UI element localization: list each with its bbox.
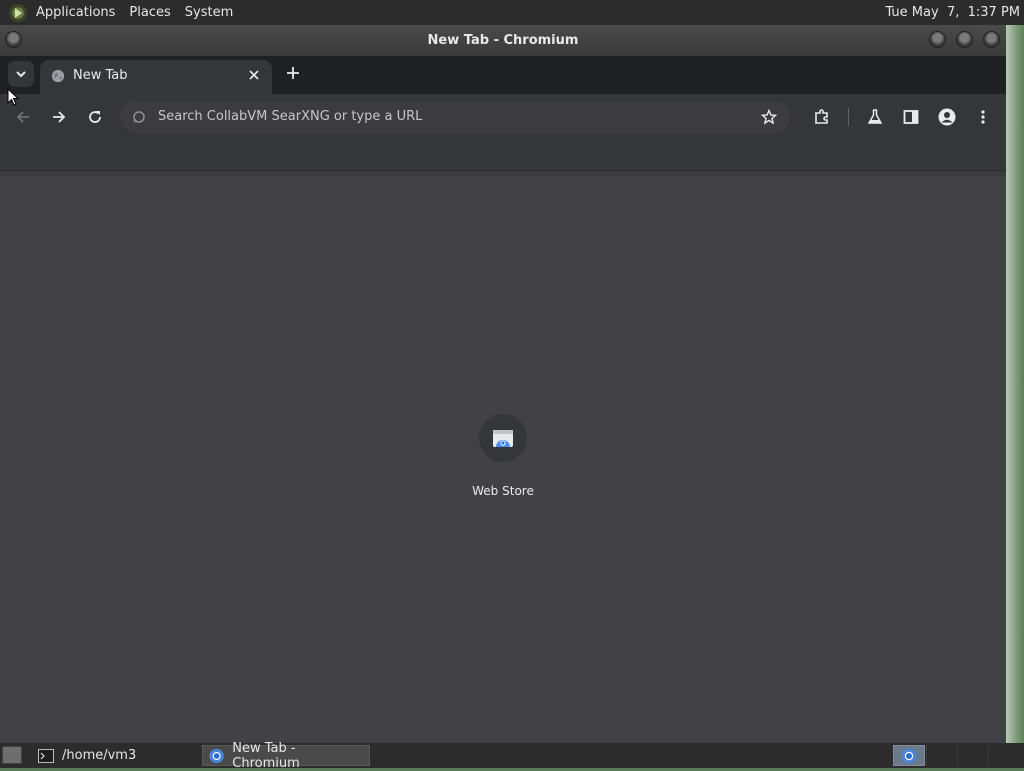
chevron-down-icon bbox=[16, 71, 26, 78]
arrow-right-icon bbox=[53, 111, 66, 123]
toolbar-separator bbox=[848, 108, 849, 126]
taskbar-item-chromium[interactable]: New Tab - Chromium bbox=[202, 741, 370, 771]
tab-search-button[interactable] bbox=[8, 61, 34, 87]
new-tab-page: Web Store bbox=[0, 176, 1006, 743]
tab-close-icon[interactable] bbox=[244, 65, 264, 85]
tab-title: New Tab bbox=[73, 68, 128, 83]
kebab-menu-icon bbox=[981, 110, 985, 124]
reload-button[interactable] bbox=[83, 105, 107, 129]
places-menu[interactable]: Places bbox=[122, 0, 177, 25]
back-button[interactable] bbox=[11, 105, 35, 129]
taskbar-label: /home/vm3 bbox=[62, 748, 137, 763]
panel-clock[interactable]: Tue May 7, 1:37 PM bbox=[885, 5, 1024, 20]
extensions-button[interactable] bbox=[810, 105, 834, 129]
profile-button[interactable] bbox=[935, 105, 959, 129]
maximize-button[interactable] bbox=[956, 31, 973, 48]
taskbar-item-terminal[interactable]: /home/vm3 bbox=[32, 745, 198, 766]
search-engine-icon bbox=[133, 111, 145, 123]
shortcut-tile[interactable] bbox=[479, 414, 527, 462]
side-panel-button[interactable] bbox=[899, 105, 923, 129]
web-store-icon bbox=[493, 430, 513, 447]
labs-button[interactable] bbox=[863, 105, 887, 129]
flask-icon bbox=[867, 109, 883, 124]
omnibox-placeholder: Search CollabVM SearXNG or type a URL bbox=[158, 109, 423, 124]
workspace-3-button[interactable] bbox=[957, 745, 987, 766]
taskbar-label: New Tab - Chromium bbox=[232, 740, 300, 771]
applications-menu[interactable]: Applications bbox=[29, 0, 122, 25]
top-panel: Applications Places System Tue May 7, 1:… bbox=[0, 0, 1024, 25]
bookmark-star-icon[interactable] bbox=[758, 106, 780, 128]
avatar-icon bbox=[938, 108, 956, 126]
shortcut-label: Web Store bbox=[472, 484, 534, 498]
side-panel-icon bbox=[903, 110, 919, 124]
browser-toolbar: Search CollabVM SearXNG or type a URL bbox=[0, 94, 1006, 139]
arrow-left-icon bbox=[16, 111, 29, 123]
mouse-cursor-icon bbox=[7, 88, 19, 106]
desktop-background bbox=[1006, 25, 1024, 743]
terminal-icon bbox=[38, 748, 54, 763]
puzzle-icon bbox=[815, 109, 828, 124]
bottom-panel: /home/vm3 New Tab - Chromium bbox=[0, 741, 1024, 771]
window-menu-button[interactable] bbox=[5, 31, 22, 48]
workspace-2-button[interactable] bbox=[926, 745, 956, 766]
browser-window: New Tab - Chromium New Tab Search Collab… bbox=[0, 25, 1006, 743]
workspace-4-button[interactable] bbox=[988, 745, 1018, 766]
distro-logo-icon[interactable] bbox=[9, 3, 27, 22]
system-menu[interactable]: System bbox=[178, 0, 240, 25]
minimize-button[interactable] bbox=[929, 31, 946, 48]
window-titlebar[interactable]: New Tab - Chromium bbox=[0, 25, 1006, 56]
globe-icon bbox=[51, 69, 65, 83]
workspace-1-button[interactable] bbox=[893, 745, 925, 766]
window-title: New Tab - Chromium bbox=[427, 33, 579, 48]
tab-new-tab[interactable]: New Tab bbox=[40, 60, 272, 94]
reload-icon bbox=[89, 111, 101, 123]
shortcut-web-store[interactable]: Web Store bbox=[462, 414, 544, 500]
show-desktop-button[interactable] bbox=[2, 746, 22, 764]
chromium-icon bbox=[209, 748, 224, 763]
tab-strip: New Tab bbox=[0, 56, 1006, 94]
new-tab-button[interactable] bbox=[283, 63, 303, 83]
panel-menu-bar: Applications Places System bbox=[0, 0, 240, 25]
chromium-icon bbox=[901, 748, 917, 763]
menu-button[interactable] bbox=[971, 105, 995, 129]
plus-icon bbox=[287, 67, 299, 79]
bookmark-bar bbox=[0, 139, 1006, 171]
forward-button[interactable] bbox=[47, 105, 71, 129]
close-window-button[interactable] bbox=[983, 31, 1000, 48]
omnibox[interactable]: Search CollabVM SearXNG or type a URL bbox=[120, 101, 790, 133]
